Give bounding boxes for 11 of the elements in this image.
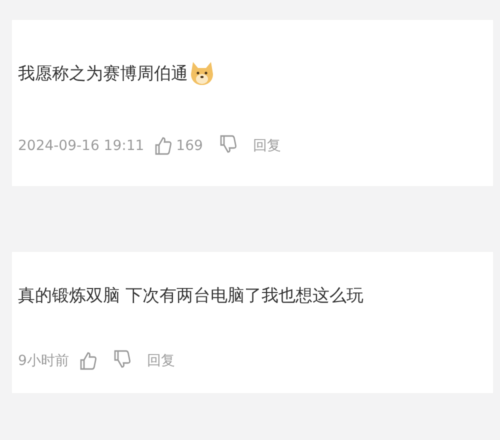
comment-text: 我愿称之为赛博周伯通 xyxy=(18,62,188,84)
thumbs-down-icon[interactable] xyxy=(218,134,237,154)
reply-link[interactable]: 回复 xyxy=(252,137,281,155)
reply-link[interactable]: 回复 xyxy=(146,352,175,370)
comment-time: 2024-09-16 19:11 xyxy=(18,138,144,154)
comment-time: 9小时前 xyxy=(18,352,69,370)
thumbs-up-icon[interactable] xyxy=(78,351,97,371)
comment-text: 真的锻炼双脑 下次有两台电脑了我也想这么玩 xyxy=(18,285,364,307)
thumbs-down-icon[interactable] xyxy=(112,349,131,369)
like-count: 169 xyxy=(176,138,203,154)
thumbs-up-icon[interactable] xyxy=(154,136,172,156)
